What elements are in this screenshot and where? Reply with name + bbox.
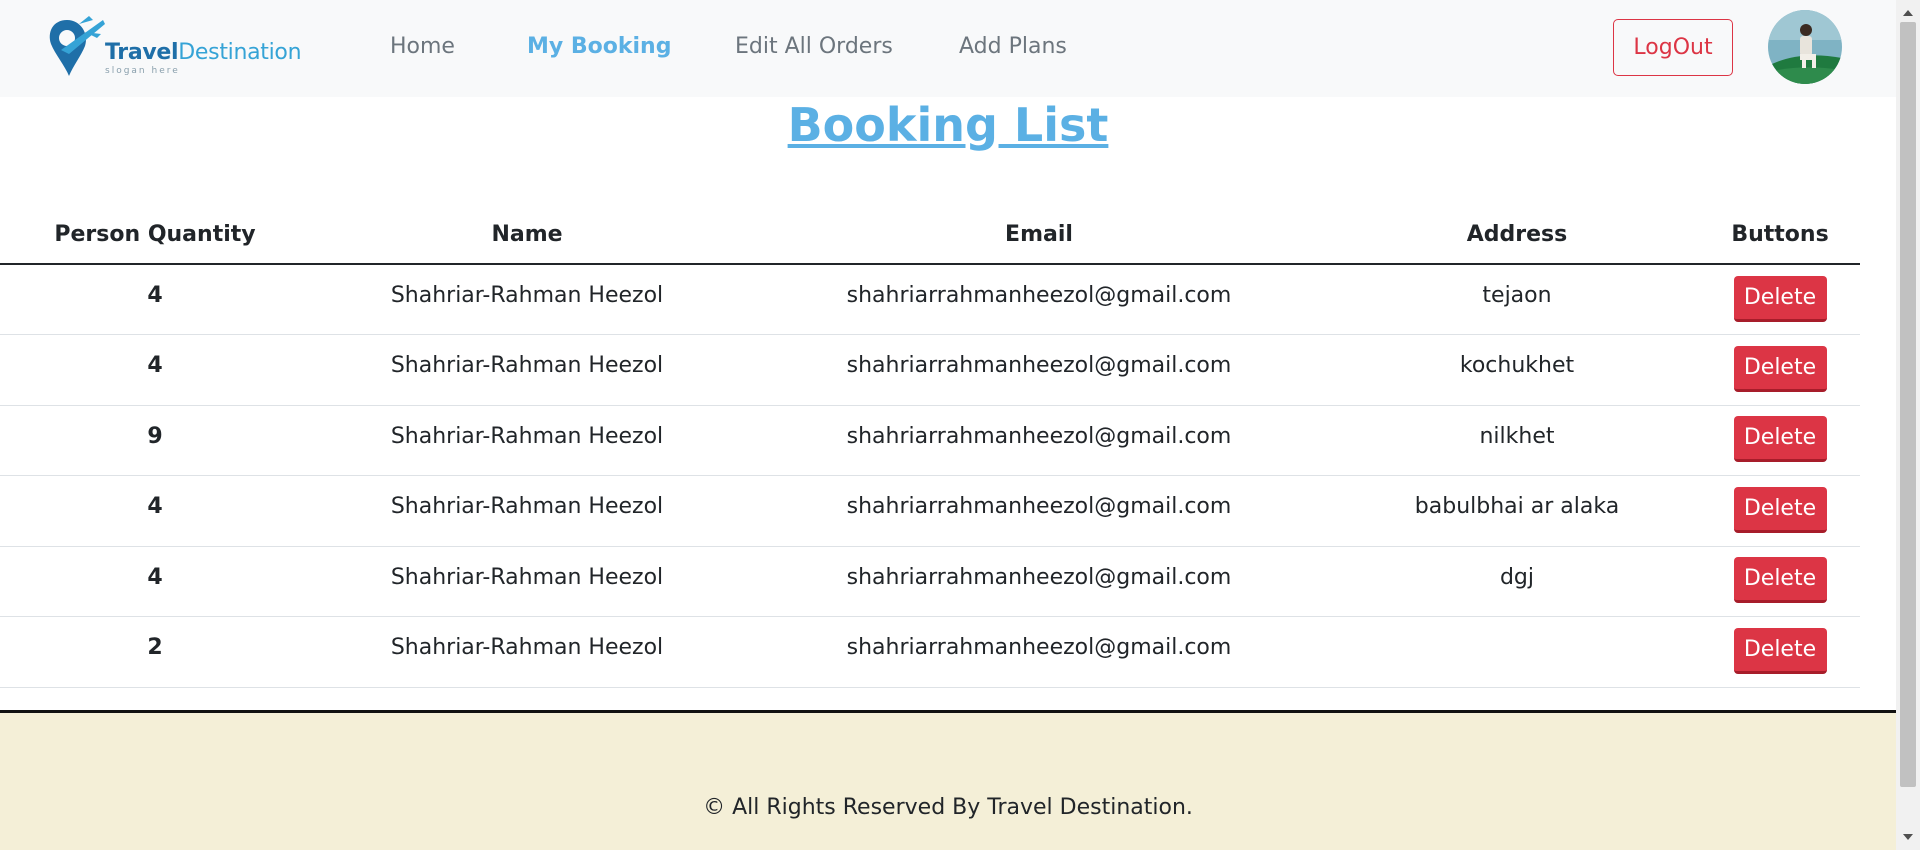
cell-email: shahriarrahmanheezol@gmail.com — [744, 264, 1334, 335]
booking-table: Person Quantity Name Email Address Butto… — [0, 205, 1860, 688]
cell-email: shahriarrahmanheezol@gmail.com — [744, 546, 1334, 617]
vertical-scrollbar[interactable] — [1896, 0, 1920, 850]
delete-button[interactable]: Delete — [1733, 627, 1827, 674]
cell-name: Shahriar-Rahman Heezol — [310, 475, 744, 547]
cell-email: shahriarrahmanheezol@gmail.com — [744, 616, 1334, 688]
cell-person-quantity: 4 — [0, 475, 310, 547]
cell-name: Shahriar-Rahman Heezol — [310, 405, 744, 476]
page-title: Booking List — [787, 98, 1109, 152]
delete-button[interactable]: Delete — [1733, 345, 1827, 392]
delete-button[interactable]: Delete — [1733, 557, 1827, 604]
cell-person-quantity: 9 — [0, 405, 310, 476]
footer-copyright: © All Rights Reserved By Travel Destinat… — [703, 795, 1193, 820]
cell-person-quantity: 4 — [0, 334, 310, 406]
cell-buttons: Delete — [1700, 334, 1860, 406]
cell-name: Shahriar-Rahman Heezol — [310, 264, 744, 335]
column-header-person-quantity: Person Quantity — [0, 205, 310, 265]
nav-link-my-booking[interactable]: My Booking — [527, 34, 671, 59]
navbar: TravelDestination slogan here Home My Bo… — [0, 0, 1896, 97]
table-row: 4 Shahriar-Rahman Heezol shahriarrahmanh… — [0, 546, 1860, 617]
cell-address: dgj — [1334, 546, 1700, 617]
cell-person-quantity: 4 — [0, 546, 310, 617]
footer: © All Rights Reserved By Travel Destinat… — [0, 710, 1896, 850]
cell-address: tejaon — [1334, 264, 1700, 335]
table-header-row: Person Quantity Name Email Address Butto… — [0, 205, 1860, 265]
cell-address: nilkhet — [1334, 405, 1700, 476]
nav-link-home[interactable]: Home — [390, 34, 455, 59]
cell-person-quantity: 4 — [0, 264, 310, 335]
cell-address: babulbhai ar alaka — [1334, 475, 1700, 547]
delete-button[interactable]: Delete — [1733, 275, 1827, 322]
table-row: 4 Shahriar-Rahman Heezol shahriarrahmanh… — [0, 264, 1860, 335]
delete-button[interactable]: Delete — [1733, 416, 1827, 463]
page: TravelDestination slogan here Home My Bo… — [0, 0, 1896, 850]
user-avatar[interactable] — [1768, 10, 1842, 84]
column-header-email: Email — [744, 205, 1334, 265]
nav-link-edit-all-orders[interactable]: Edit All Orders — [735, 34, 893, 59]
brand-name: TravelDestination — [105, 40, 302, 65]
delete-button[interactable]: Delete — [1733, 486, 1827, 533]
map-pin-airplane-icon — [49, 16, 105, 76]
logout-button[interactable]: LogOut — [1613, 19, 1733, 76]
nav-link-add-plans[interactable]: Add Plans — [959, 34, 1067, 59]
cell-buttons: Delete — [1700, 546, 1860, 617]
scrollbar-thumb[interactable] — [1900, 22, 1916, 787]
cell-name: Shahriar-Rahman Heezol — [310, 616, 744, 688]
brand-slogan: slogan here — [105, 66, 180, 76]
table-row: 4 Shahriar-Rahman Heezol shahriarrahmanh… — [0, 334, 1860, 406]
column-header-buttons: Buttons — [1700, 205, 1860, 265]
cell-buttons: Delete — [1700, 405, 1860, 476]
cell-person-quantity: 2 — [0, 616, 310, 688]
cell-name: Shahriar-Rahman Heezol — [310, 546, 744, 617]
column-header-name: Name — [310, 205, 744, 265]
cell-address: kochukhet — [1334, 334, 1700, 406]
cell-email: shahriarrahmanheezol@gmail.com — [744, 334, 1334, 406]
cell-address — [1334, 616, 1700, 688]
table-row: 4 Shahriar-Rahman Heezol shahriarrahmanh… — [0, 475, 1860, 547]
cell-email: shahriarrahmanheezol@gmail.com — [744, 475, 1334, 547]
cell-name: Shahriar-Rahman Heezol — [310, 334, 744, 406]
scroll-up-arrow-icon[interactable] — [1903, 10, 1913, 16]
scroll-down-arrow-icon[interactable] — [1903, 834, 1913, 840]
cell-email: shahriarrahmanheezol@gmail.com — [744, 405, 1334, 476]
cell-buttons: Delete — [1700, 264, 1860, 335]
table-row: 9 Shahriar-Rahman Heezol shahriarrahmanh… — [0, 405, 1860, 476]
brand-logo[interactable]: TravelDestination slogan here — [45, 14, 302, 80]
cell-buttons: Delete — [1700, 475, 1860, 547]
cell-buttons: Delete — [1700, 616, 1860, 688]
table-row: 2 Shahriar-Rahman Heezol shahriarrahmanh… — [0, 616, 1860, 688]
column-header-address: Address — [1334, 205, 1700, 265]
avatar-image — [1768, 10, 1842, 84]
